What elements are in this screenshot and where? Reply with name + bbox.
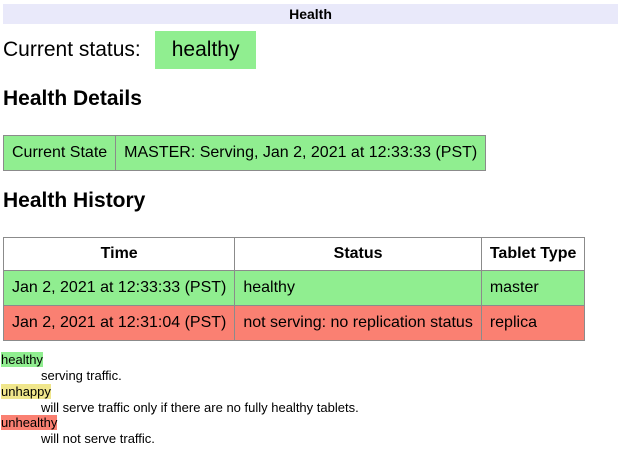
table-row: Jan 2, 2021 at 12:33:33 (PST) healthy ma… [4, 271, 585, 306]
current-state-value-cell: MASTER: Serving, Jan 2, 2021 at 12:33:33… [116, 136, 486, 171]
legend-term-row: healthy [1, 352, 618, 368]
page-header-bar: Health [3, 4, 618, 24]
history-time-cell: Jan 2, 2021 at 12:31:04 (PST) [4, 306, 235, 341]
current-status-label: Current status: [3, 38, 141, 62]
column-header-status: Status [235, 238, 481, 271]
health-history-table: Time Status Tablet Type Jan 2, 2021 at 1… [3, 237, 585, 341]
history-status-cell: healthy [235, 271, 481, 306]
status-legend: healthy serving traffic. unhappy will se… [1, 352, 618, 447]
legend-term-row: unhealthy [1, 415, 618, 431]
history-status-cell: not serving: no replication status [235, 306, 481, 341]
legend-description-unhappy: will serve traffic only if there are no … [41, 400, 618, 416]
health-details-table: Current State MASTER: Serving, Jan 2, 20… [3, 135, 486, 171]
table-row: Current State MASTER: Serving, Jan 2, 20… [4, 136, 486, 171]
health-details-heading: Health Details [3, 87, 618, 111]
legend-term-unhealthy: unhealthy [1, 415, 57, 430]
legend-description-healthy: serving traffic. [41, 368, 618, 384]
column-header-tablet-type: Tablet Type [481, 238, 585, 271]
current-state-label-cell: Current State [4, 136, 116, 171]
current-status-row: Current status: healthy [3, 31, 618, 69]
legend-term-row: unhappy [1, 384, 618, 400]
legend-term-unhappy: unhappy [1, 384, 51, 399]
table-row: Jan 2, 2021 at 12:31:04 (PST) not servin… [4, 306, 585, 341]
history-tablet-type-cell: master [481, 271, 585, 306]
legend-term-healthy: healthy [1, 352, 43, 367]
current-status-badge: healthy [155, 31, 257, 69]
history-time-cell: Jan 2, 2021 at 12:33:33 (PST) [4, 271, 235, 306]
history-tablet-type-cell: replica [481, 306, 585, 341]
page-title: Health [289, 6, 332, 22]
legend-description-unhealthy: will not serve traffic. [41, 431, 618, 447]
table-header-row: Time Status Tablet Type [4, 238, 585, 271]
column-header-time: Time [4, 238, 235, 271]
health-history-heading: Health History [3, 189, 618, 213]
